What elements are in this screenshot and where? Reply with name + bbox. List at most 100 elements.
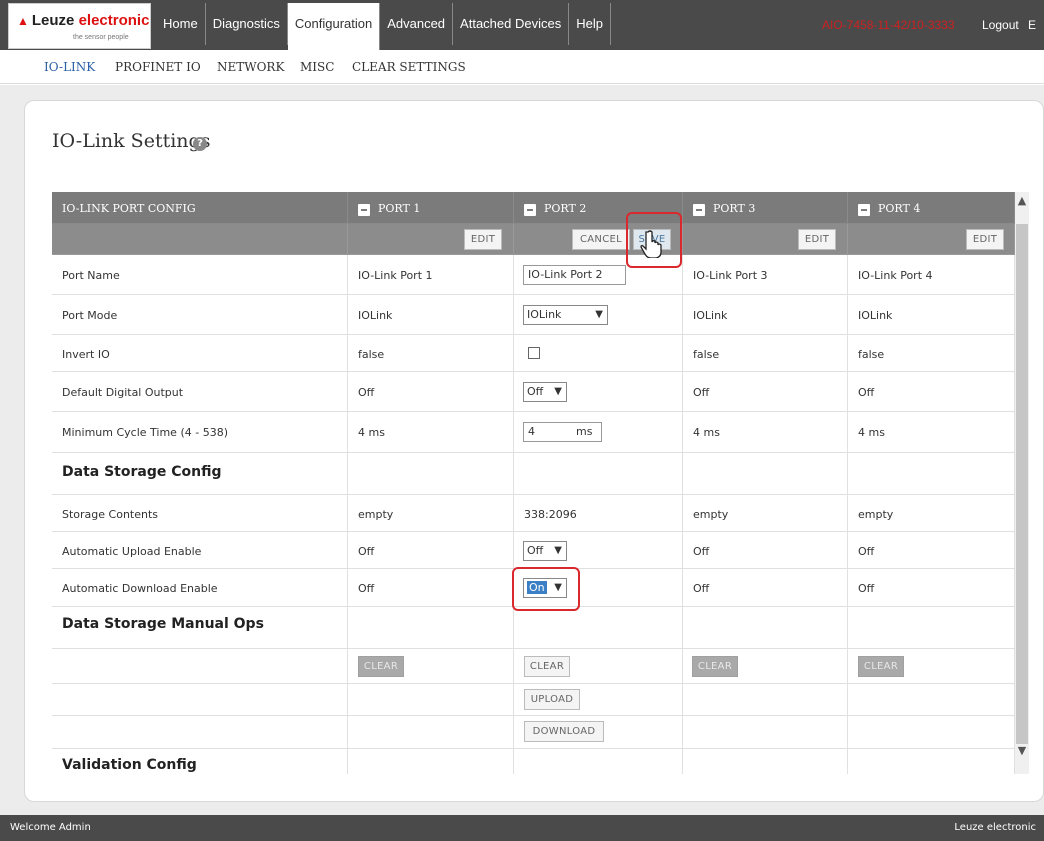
section-cell xyxy=(348,607,514,649)
port-4-upload-cell: Off xyxy=(848,532,1015,569)
io-link-config-table: IO-LINK PORT CONFIG PORT 1 PORT 2 PORT 3… xyxy=(52,192,1015,774)
port-3-ddo: Off xyxy=(693,386,710,399)
port-1-download-cell: Off xyxy=(348,569,514,607)
empty-cell xyxy=(848,684,1015,716)
clear-port-4-button[interactable]: CLEAR xyxy=(858,656,904,677)
port-3-cycle: 4 ms xyxy=(693,426,720,439)
clear-port-3-button[interactable]: CLEAR xyxy=(692,656,738,677)
port-4-invert-cell: false xyxy=(848,335,1015,372)
top-bar: ▲ Leuze electronic the sensor people Home… xyxy=(0,0,1044,50)
port-3-name-cell: IO-Link Port 3 xyxy=(683,255,848,295)
table-row: Automatic Download Enable xyxy=(52,569,348,607)
section-cell xyxy=(514,453,683,495)
clear-port-1-button[interactable]: CLEAR xyxy=(358,656,404,677)
section-validation-config: Validation Config xyxy=(52,749,348,774)
port-1-ddo: Off xyxy=(358,386,375,399)
port-1-label: PORT 1 xyxy=(378,202,421,215)
port-2-invert-cell xyxy=(514,335,683,372)
port-3-upload: Off xyxy=(693,545,710,558)
logout-link[interactable]: Logout xyxy=(982,18,1019,32)
port-3-label: PORT 3 xyxy=(713,202,756,215)
subnav-io-link[interactable]: IO-LINK xyxy=(44,60,95,74)
empty-cell xyxy=(348,716,514,749)
help-icon[interactable]: ? xyxy=(193,137,207,151)
welcome-text: Welcome Admin xyxy=(10,822,91,833)
language-link[interactable]: E xyxy=(1028,18,1036,32)
port-2-cycle-input[interactable]: 4 xyxy=(523,422,573,442)
on-highlight-box xyxy=(512,567,580,611)
nav-tab-diagnostics[interactable]: Diagnostics xyxy=(206,3,288,45)
page-title: IO-Link Settings xyxy=(52,130,211,152)
port-1-storage: empty xyxy=(358,508,394,521)
collapse-port-1-icon[interactable] xyxy=(358,204,370,216)
section-data-storage-manual-ops: Data Storage Manual Ops xyxy=(52,607,348,649)
port-1-name: IO-Link Port 1 xyxy=(358,269,433,282)
port-2-name-input[interactable]: IO-Link Port 2 xyxy=(523,265,626,285)
section-cell xyxy=(348,453,514,495)
chevron-down-icon: ▼ xyxy=(595,309,603,320)
clear-port-2-button[interactable]: CLEAR xyxy=(524,656,570,677)
port-4-mode-cell: IOLink xyxy=(848,295,1015,335)
nav-tab-home[interactable]: Home xyxy=(156,3,206,45)
brand-name-part2: electronic xyxy=(78,12,150,29)
edit-port-1-button[interactable]: EDIT xyxy=(464,229,502,250)
edit-port-3-button[interactable]: EDIT xyxy=(798,229,836,250)
table-row xyxy=(52,716,348,749)
port-1-upload-cell: Off xyxy=(348,532,514,569)
port-3-ddo-cell: Off xyxy=(683,372,848,412)
section-cell xyxy=(848,453,1015,495)
nav-tab-advanced[interactable]: Advanced xyxy=(380,3,454,45)
port-3-cycle-cell: 4 ms xyxy=(683,412,848,453)
table-row: Invert IO xyxy=(52,335,348,372)
nav-tab-configuration[interactable]: Configuration xyxy=(287,3,381,50)
port-1-actions: EDIT xyxy=(348,224,514,255)
port-4-clear-cell: CLEAR xyxy=(848,649,1015,684)
port-2-mode-select[interactable]: IOLink ▼ xyxy=(523,305,608,325)
port-3-mode-cell: IOLink xyxy=(683,295,848,335)
subnav-network[interactable]: NETWORK xyxy=(217,60,284,74)
subnav-profinet-io[interactable]: PROFINET IO xyxy=(115,60,201,74)
edit-port-4-button[interactable]: EDIT xyxy=(966,229,1004,250)
section-label-data-storage-manual-ops: Data Storage Manual Ops xyxy=(62,616,264,632)
empty-cell xyxy=(848,716,1015,749)
port-2-label: PORT 2 xyxy=(544,202,587,215)
port-1-ddo-cell: Off xyxy=(348,372,514,412)
port-2-upload-select[interactable]: Off ▼ xyxy=(523,541,567,561)
scroll-thumb[interactable] xyxy=(1016,224,1028,744)
port-1-cycle: 4 ms xyxy=(358,426,385,439)
port-4-ddo: Off xyxy=(858,386,875,399)
nav-tab-attached-devices[interactable]: Attached Devices xyxy=(453,3,570,45)
port-1-invert: false xyxy=(358,348,385,361)
nav-tab-help[interactable]: Help xyxy=(569,3,611,45)
collapse-port-3-icon[interactable] xyxy=(693,204,705,216)
port-2-download-op-cell: DOWNLOAD xyxy=(514,716,683,749)
cancel-port-2-button[interactable]: CANCEL xyxy=(572,229,630,250)
scroll-down-icon[interactable]: ▼ xyxy=(1015,744,1029,760)
port-3-mode: IOLink xyxy=(693,309,728,322)
collapse-port-2-icon[interactable] xyxy=(524,204,536,216)
port-1-mode: IOLink xyxy=(358,309,393,322)
port-2-mode-value: IOLink xyxy=(527,308,562,321)
port-2-ddo-value: Off xyxy=(527,385,544,398)
subnav-misc[interactable]: MISC xyxy=(300,60,334,74)
port-2-ddo-select[interactable]: Off ▼ xyxy=(523,382,567,402)
port-2-storage: 338:2096 xyxy=(524,508,577,521)
port-1-cycle-cell: 4 ms xyxy=(348,412,514,453)
download-port-2-button[interactable]: DOWNLOAD xyxy=(524,721,604,742)
upload-port-2-button[interactable]: UPLOAD xyxy=(524,689,580,710)
port-2-invert-checkbox[interactable] xyxy=(528,347,540,359)
port-2-upload-value: Off xyxy=(527,544,544,557)
port-1-invert-cell: false xyxy=(348,335,514,372)
table-scrollbar[interactable]: ▲ ▼ xyxy=(1015,192,1029,774)
subnav-clear-settings[interactable]: CLEAR SETTINGS xyxy=(352,60,466,74)
hand-cursor-icon xyxy=(640,230,662,258)
port-3-name: IO-Link Port 3 xyxy=(693,269,768,282)
collapse-port-4-icon[interactable] xyxy=(858,204,870,216)
section-cell xyxy=(514,749,683,774)
main-nav: Home Diagnostics Configuration Advanced … xyxy=(156,3,611,50)
scroll-up-icon[interactable]: ▲ xyxy=(1015,194,1029,210)
port-4-mode: IOLink xyxy=(858,309,893,322)
port-3-download-cell: Off xyxy=(683,569,848,607)
port-3-upload-cell: Off xyxy=(683,532,848,569)
brand-logo[interactable]: ▲ Leuze electronic the sensor people xyxy=(8,3,151,49)
